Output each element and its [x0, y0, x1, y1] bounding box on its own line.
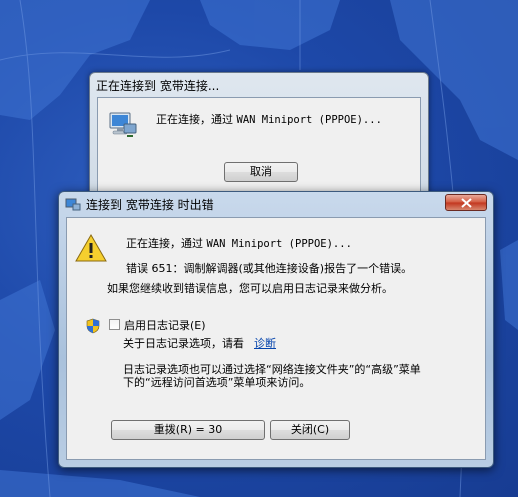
redial-button[interactable]: 重拨(R) = 30: [111, 420, 265, 440]
enable-logging-label[interactable]: 启用日志记录(E): [124, 317, 206, 333]
logging-info-line: 关于日志记录选项，请看 诊断: [123, 337, 276, 350]
network-icon: [65, 198, 81, 211]
error-dialog: 连接到 宽带连接 时出错 正在连接，通过 WAN Miniport (PPPOE…: [58, 191, 494, 468]
advice-message: 如果您继续收到错误信息，您可以启用日志记录来做分析。: [107, 282, 393, 295]
enable-logging-checkbox[interactable]: [109, 319, 120, 330]
close-icon: [461, 198, 472, 208]
connecting-window-body: 正在连接，通过 WAN Miniport (PPPOE)... 取消: [97, 97, 421, 196]
network-computer-icon: [109, 112, 137, 137]
connecting-window-title: 正在连接到 宽带连接...: [96, 79, 220, 93]
cancel-button[interactable]: 取消: [224, 162, 298, 182]
error-message: 错误 651：调制解调器(或其他连接设备)报告了一个错误。: [126, 262, 413, 275]
close-button[interactable]: 关闭(C): [270, 420, 350, 440]
warning-icon: [75, 234, 107, 262]
close-window-button[interactable]: [445, 194, 487, 211]
logging-note: 日志记录选项也可以通过选择“网络连接文件夹”的“高级”菜单 下的“远程访问首选项…: [123, 363, 421, 389]
diagnose-link[interactable]: 诊断: [254, 337, 276, 350]
connecting-message: 正在连接，通过 WAN Miniport (PPPOE)...: [156, 113, 382, 126]
error-dialog-body: 正在连接，通过 WAN Miniport (PPPOE)... 错误 651：调…: [66, 217, 486, 460]
error-dialog-title: 连接到 宽带连接 时出错: [86, 198, 214, 212]
connecting-window: 正在连接到 宽带连接... 正在连接，通过 WAN Miniport (PPPO…: [89, 72, 429, 204]
uac-shield-icon: [86, 318, 100, 334]
connecting-status-line: 正在连接，通过 WAN Miniport (PPPOE)...: [126, 237, 352, 250]
